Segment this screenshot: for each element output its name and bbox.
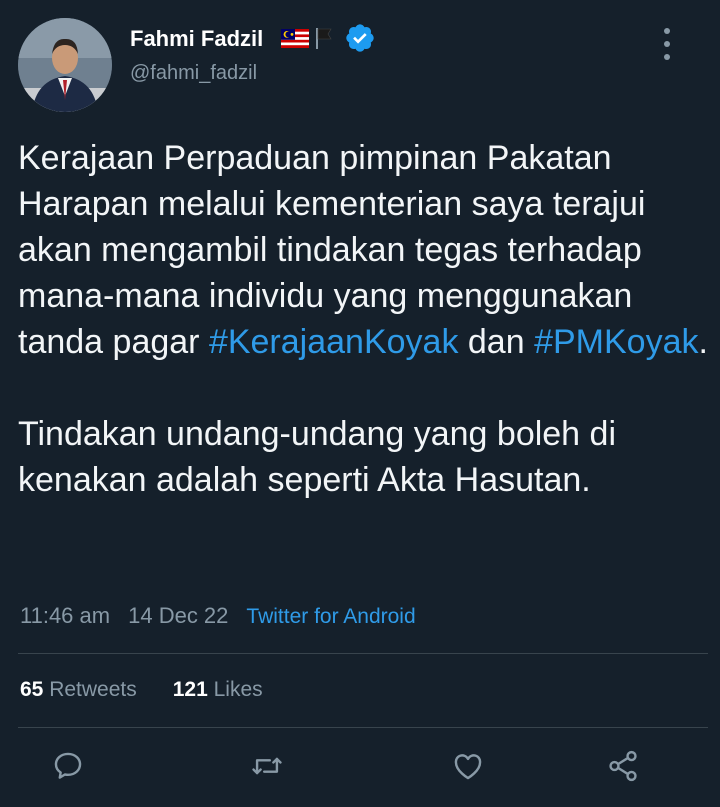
retweets-count: 65 (20, 678, 44, 701)
retweet-button[interactable] (247, 746, 287, 786)
tweet-card: Fahmi Fadzil @fahmi_fadzil Kerajaan Perp… (0, 0, 720, 807)
tweet-meta: 11:46 am 14 Dec 22 Twitter for Android (20, 603, 416, 629)
tweet-time: 11:46 am (20, 603, 111, 628)
share-button[interactable] (603, 746, 643, 786)
author-handle[interactable]: @fahmi_fadzil (130, 62, 257, 85)
tweet-paragraph-1: Kerajaan Perpaduan pimpinan Pakatan Hara… (18, 135, 708, 365)
tweet-source-link[interactable]: Twitter for Android (246, 605, 415, 628)
more-vertical-icon[interactable] (652, 24, 682, 64)
tweet-stats: 65 Retweets 121 Likes (20, 678, 263, 702)
tweet-date: 14 Dec 22 (128, 603, 229, 628)
divider (18, 727, 708, 728)
malaysia-flag-icon (281, 29, 309, 48)
hashtag-link[interactable]: #PMKoyak (534, 323, 698, 361)
retweets-stat[interactable]: 65 Retweets (20, 678, 137, 701)
verified-badge-icon (346, 24, 374, 52)
avatar[interactable] (18, 18, 112, 112)
divider (18, 653, 708, 654)
tweet-text-segment: . (698, 323, 708, 361)
likes-label: Likes (207, 678, 263, 701)
share-icon (609, 750, 637, 782)
black-flag-icon (316, 28, 332, 49)
tweet-text: Kerajaan Perpaduan pimpinan Pakatan Hara… (18, 135, 708, 503)
reply-button[interactable] (48, 746, 88, 786)
like-button[interactable] (448, 746, 488, 786)
heart-icon (454, 754, 482, 780)
tweet-paragraph-2: Tindakan undang-undang yang boleh di ken… (18, 415, 617, 499)
author-name[interactable]: Fahmi Fadzil (130, 26, 263, 52)
tweet-text-segment: dan (458, 323, 535, 361)
retweet-icon (252, 757, 282, 775)
comment-icon (54, 752, 82, 779)
retweets-label: Retweets (43, 678, 137, 701)
hashtag-link[interactable]: #KerajaanKoyak (209, 323, 459, 361)
likes-stat[interactable]: 121 Likes (173, 678, 263, 701)
likes-count: 121 (172, 678, 208, 701)
